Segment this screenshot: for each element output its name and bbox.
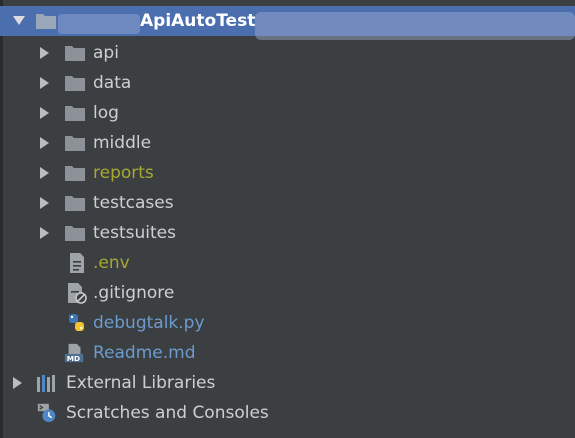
chevron-right-icon[interactable] xyxy=(38,226,50,240)
folder-icon xyxy=(35,10,57,32)
tree-item-label: Readme.md xyxy=(93,343,196,363)
tree-file-debugtalk[interactable]: debugtalk.py xyxy=(0,308,575,338)
redacted-area xyxy=(58,14,140,34)
tree-item-label: debugtalk.py xyxy=(93,313,205,333)
redacted-path-area xyxy=(255,12,575,40)
folder-icon xyxy=(64,72,86,94)
ignored-file-icon xyxy=(66,282,88,304)
tree-item-label: testcases xyxy=(93,193,174,213)
tree-folder-data[interactable]: data xyxy=(0,68,575,98)
chevron-right-icon[interactable] xyxy=(38,196,50,210)
chevron-right-icon[interactable] xyxy=(38,76,50,90)
folder-icon xyxy=(64,162,86,184)
text-file-icon xyxy=(66,252,88,274)
python-file-icon xyxy=(66,312,88,334)
folder-icon xyxy=(64,222,86,244)
svg-text:MD: MD xyxy=(67,354,80,363)
tree-item-label: .gitignore xyxy=(93,283,175,303)
scratch-clock-icon xyxy=(36,402,58,424)
tree-folder-middle[interactable]: middle xyxy=(0,128,575,158)
tree-folder-testcases[interactable]: testcases xyxy=(0,188,575,218)
tree-folder-testsuites[interactable]: testsuites xyxy=(0,218,575,248)
tree-file-readme[interactable]: MD Readme.md xyxy=(0,338,575,368)
folder-icon xyxy=(64,102,86,124)
chevron-right-icon[interactable] xyxy=(11,376,23,390)
folder-icon xyxy=(64,192,86,214)
chevron-down-icon[interactable] xyxy=(13,14,25,28)
tree-item-label: api xyxy=(93,43,119,63)
tree-item-label: External Libraries xyxy=(66,373,216,393)
tree-item-label: .env xyxy=(93,253,130,273)
tree-item-label: reports xyxy=(93,163,154,183)
tree-root-row[interactable]: ApiAutoTest xyxy=(0,6,575,40)
chevron-right-icon[interactable] xyxy=(38,106,50,120)
tree-item-label: Scratches and Consoles xyxy=(66,403,269,423)
library-icon xyxy=(36,372,58,394)
chevron-right-icon[interactable] xyxy=(38,166,50,180)
tree-folder-api[interactable]: api xyxy=(0,38,575,68)
tree-scratches-consoles[interactable]: Scratches and Consoles xyxy=(0,398,575,428)
folder-icon xyxy=(64,132,86,154)
project-tree-panel: ApiAutoTest api data log middle reports … xyxy=(0,0,575,438)
markdown-file-icon: MD xyxy=(64,342,86,364)
tree-item-label: middle xyxy=(93,133,152,153)
tree-file-env[interactable]: .env xyxy=(0,248,575,278)
tree-folder-log[interactable]: log xyxy=(0,98,575,128)
tree-folder-reports[interactable]: reports xyxy=(0,158,575,188)
project-root-label: ApiAutoTest xyxy=(140,11,256,31)
folder-icon xyxy=(64,42,86,64)
tree-external-libraries[interactable]: External Libraries xyxy=(0,368,575,398)
tree-file-gitignore[interactable]: .gitignore xyxy=(0,278,575,308)
tree-item-label: log xyxy=(93,103,119,123)
chevron-right-icon[interactable] xyxy=(38,136,50,150)
chevron-right-icon[interactable] xyxy=(38,46,50,60)
tree-item-label: testsuites xyxy=(93,223,176,243)
tree-item-label: data xyxy=(93,73,132,93)
